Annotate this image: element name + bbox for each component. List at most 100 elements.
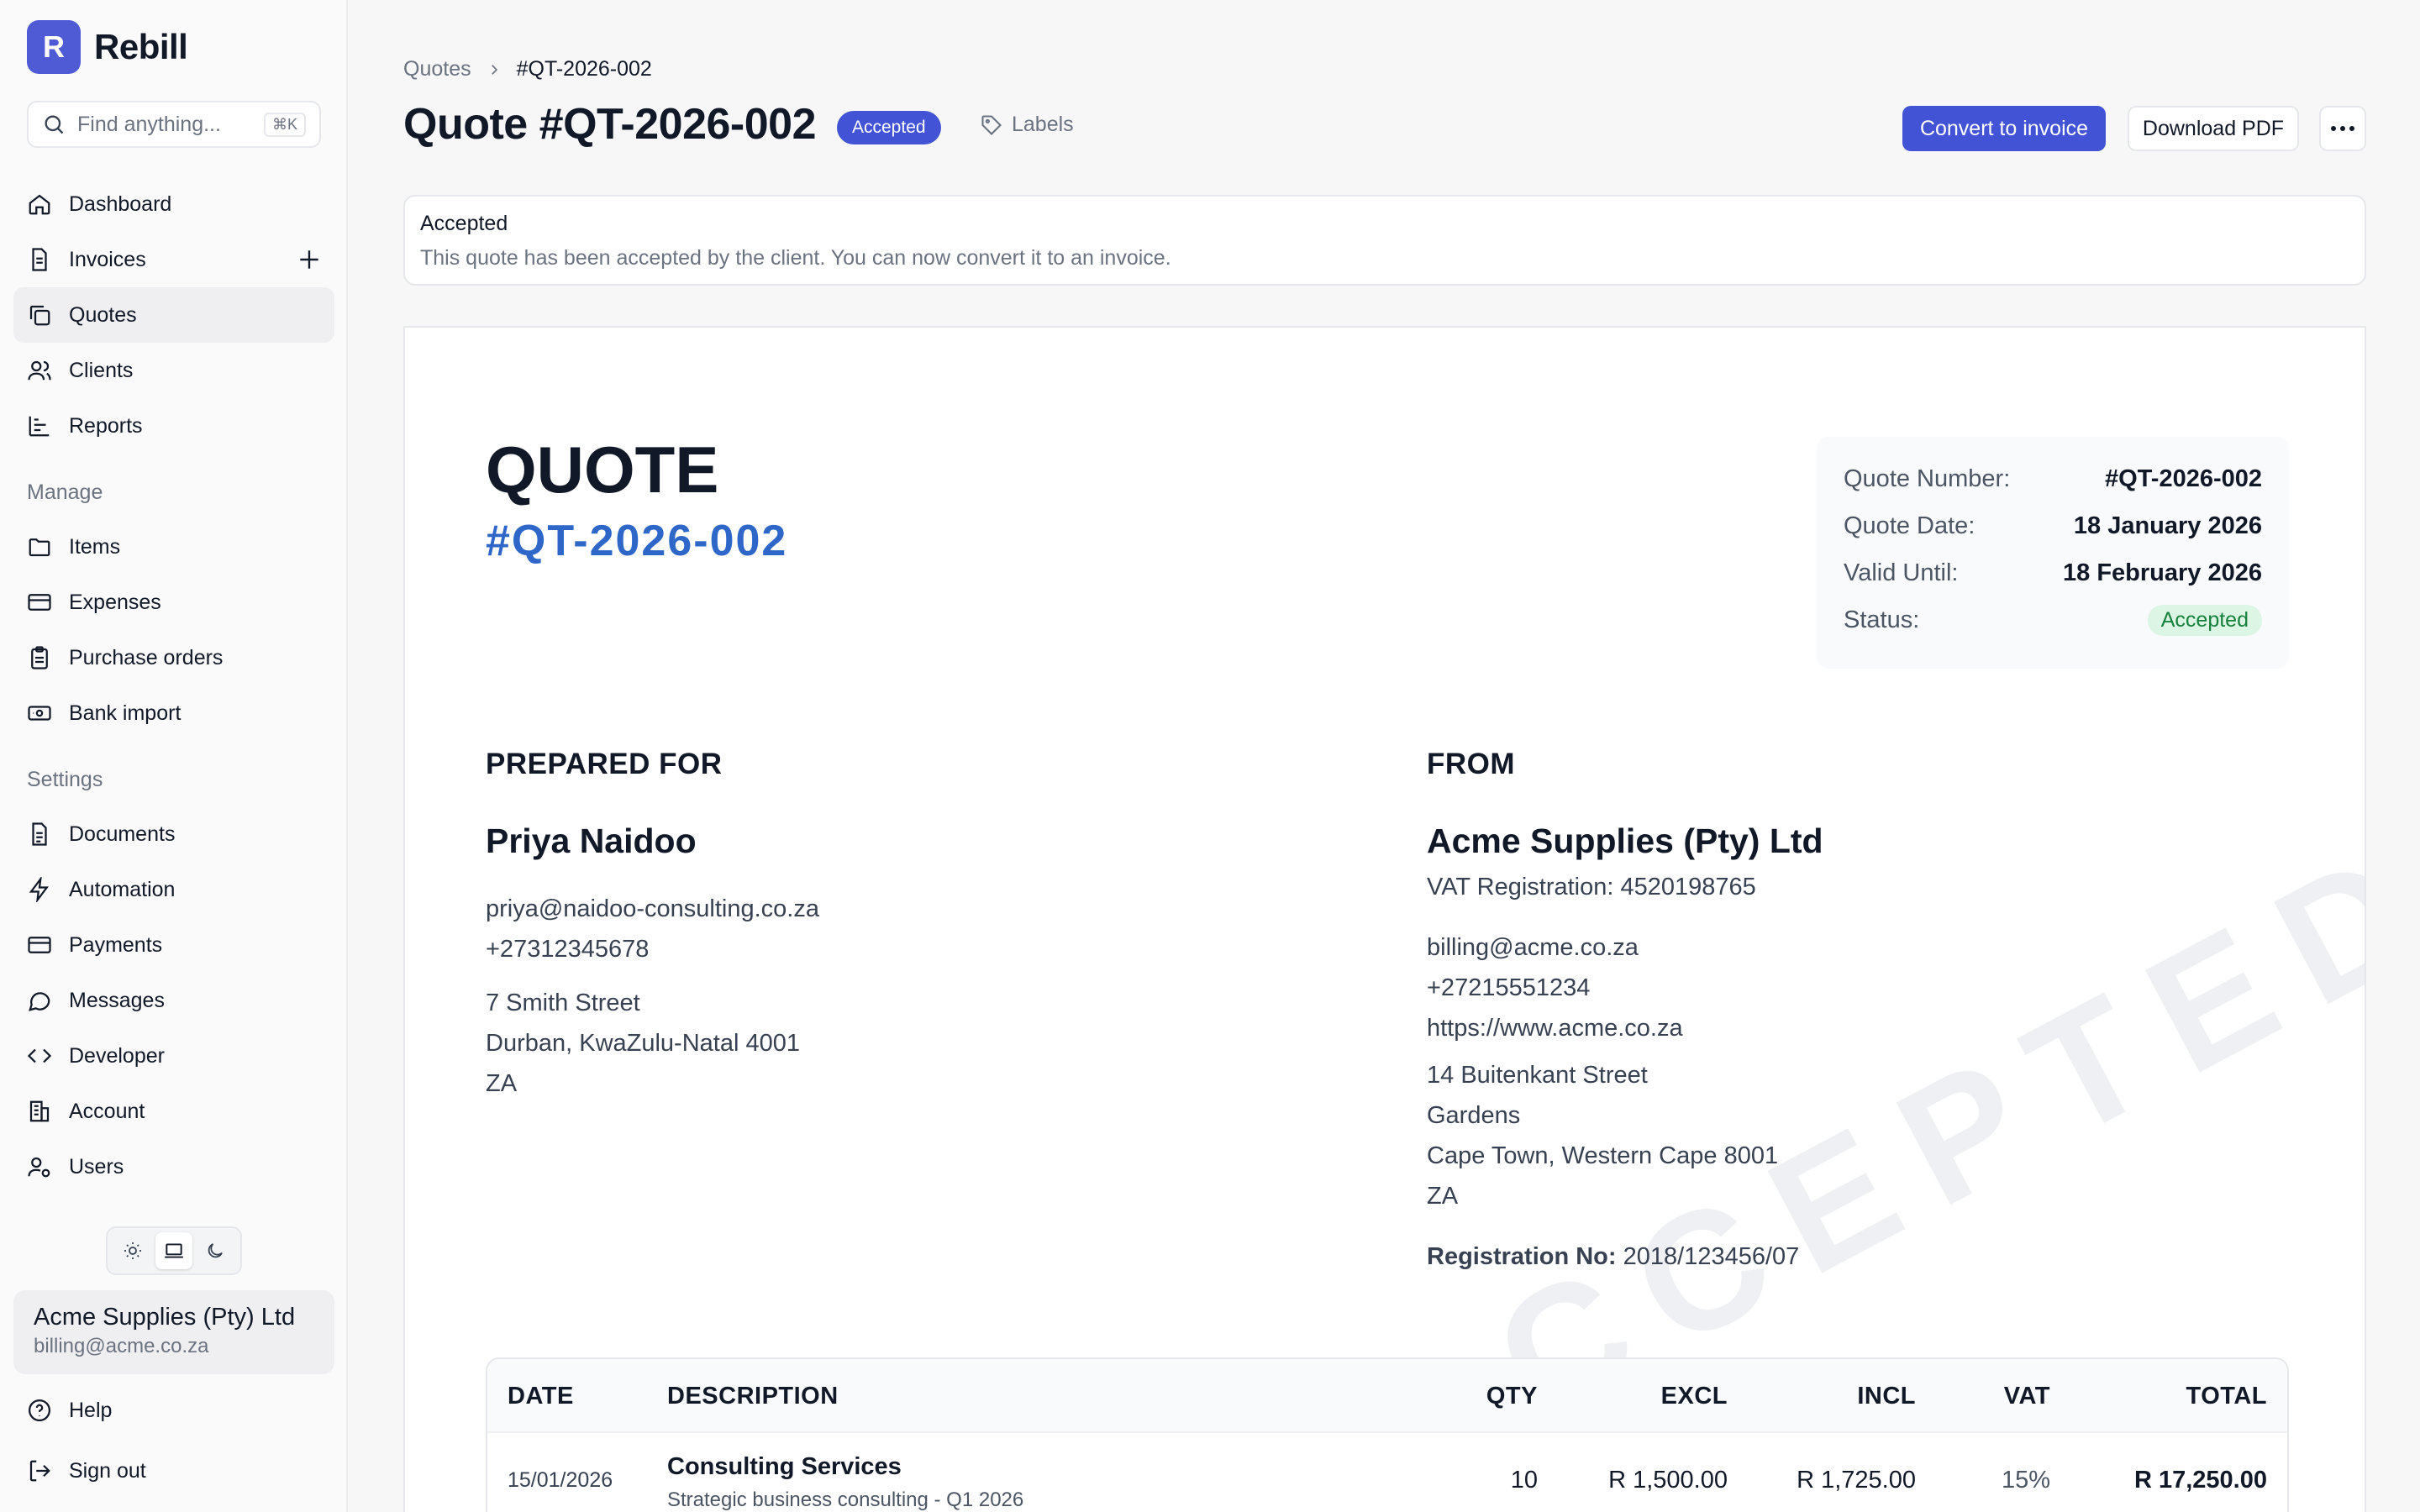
banknote-icon (28, 706, 51, 721)
theme-dark-button[interactable] (197, 1232, 234, 1269)
theme-toggle (106, 1226, 242, 1275)
sidebar-item-reports[interactable]: Reports (13, 398, 334, 454)
clipboard-icon (31, 646, 48, 669)
client-email: priya@naidoo-consulting.co.za (486, 895, 819, 922)
download-pdf-button[interactable]: Download PDF (2128, 106, 2299, 151)
meta-label: Status: (1844, 606, 1920, 633)
sidebar-item-expenses[interactable]: Expenses (13, 575, 334, 630)
status-badge: Accepted (837, 111, 941, 144)
registration-value: 2018/123456/07 (1623, 1243, 1800, 1270)
sidebar-item-items[interactable]: Items (13, 519, 334, 575)
sidebar-item-messages[interactable]: Messages (13, 973, 334, 1028)
sidebar-item-label: Invoices (69, 247, 146, 271)
users-icon (28, 360, 51, 381)
chevron-right-icon (491, 64, 497, 75)
brand[interactable]: R Rebill (27, 20, 188, 74)
help-icon (29, 1399, 50, 1421)
theme-system-button[interactable] (155, 1232, 192, 1269)
status-pill: Accepted (2147, 604, 2262, 636)
tag-icon (981, 114, 1002, 135)
sidebar-item-dashboard[interactable]: Dashboard (13, 176, 334, 232)
meta-label: Valid Until: (1844, 559, 1959, 586)
company-address-line: 14 Buitenkant Street (1427, 1062, 1648, 1089)
cell-incl: R 1,725.00 (1797, 1467, 1916, 1494)
account-switcher[interactable]: Acme Supplies (Pty) Ltd billing@acme.co.… (13, 1290, 334, 1374)
more-options-button[interactable] (2319, 106, 2366, 151)
dot (2331, 126, 2336, 131)
company-registration: Registration No: 2018/123456/07 (1427, 1243, 1799, 1271)
laptop-icon (165, 1243, 183, 1258)
sign-out-link[interactable]: Sign out (13, 1443, 334, 1499)
theme-light-button[interactable] (114, 1232, 151, 1269)
document-icon (32, 248, 47, 271)
cell-detail: Strategic business consulting - Q1 2026 (667, 1488, 1024, 1511)
sidebar-item-quotes[interactable]: Quotes (13, 287, 334, 343)
meta-row-number: Quote Number: #QT-2026-002 (1844, 455, 2262, 502)
quote-document: ACCEPTED QUOTE #QT-2026-002 Quote Number… (403, 326, 2366, 1512)
search-placeholder: Find anything... (77, 112, 221, 136)
sidebar-item-invoices[interactable]: Invoices (13, 232, 334, 287)
folder-icon (29, 538, 50, 557)
cell-qty: 10 (1510, 1467, 1538, 1494)
meta-value: #QT-2026-002 (2104, 465, 2262, 492)
sidebar-item-developer[interactable]: Developer (13, 1028, 334, 1084)
cell-vat: 15% (2001, 1467, 2050, 1494)
company-country: ZA (1427, 1183, 1459, 1210)
cell-excl: R 1,500.00 (1608, 1467, 1728, 1494)
lightning-icon (29, 877, 49, 902)
table-header: DATE DESCRIPTION QTY EXCL INCL VAT TOTAL (487, 1359, 2287, 1433)
sidebar-item-payments[interactable]: Payments (13, 917, 334, 973)
sidebar-item-account[interactable]: Account (13, 1084, 334, 1139)
sign-out-label: Sign out (69, 1458, 146, 1483)
sidebar-item-purchase-orders[interactable]: Purchase orders (13, 630, 334, 685)
client-country: ZA (486, 1070, 518, 1097)
client-address-line: 7 Smith Street (486, 990, 640, 1016)
page-title: Quote #QT-2026-002 (403, 100, 817, 149)
column-header: VAT (2003, 1383, 2050, 1410)
plus-icon[interactable] (296, 246, 323, 273)
sidebar-item-label: Bank import (69, 701, 182, 725)
sidebar-item-users[interactable]: Users (13, 1139, 334, 1194)
sidebar-item-label: Account (69, 1099, 145, 1123)
sidebar-item-documents[interactable]: Documents (13, 806, 334, 862)
meta-row-status: Status: Accepted (1844, 596, 2262, 643)
search-input[interactable]: Find anything... ⌘K (27, 101, 321, 148)
help-link[interactable]: Help (13, 1383, 334, 1438)
meta-row-date: Quote Date: 18 January 2026 (1844, 502, 2262, 549)
cell-total: R 17,250.00 (2133, 1467, 2267, 1494)
brand-logo: R (27, 20, 81, 74)
column-header: DESCRIPTION (667, 1383, 839, 1410)
file-text-icon (32, 822, 47, 846)
code-icon (27, 1048, 52, 1063)
help-label: Help (69, 1398, 113, 1422)
company-vat: VAT Registration: 4520198765 (1427, 874, 1756, 900)
sidebar-item-label: Automation (69, 877, 176, 901)
table-row[interactable]: 15/01/2026 Consulting Services Strategic… (487, 1433, 2287, 1512)
status-alert: Accepted This quote has been accepted by… (403, 195, 2366, 286)
client-phone: +27312345678 (486, 936, 650, 963)
section-label-manage: Manage (27, 480, 103, 504)
sidebar-item-label: Expenses (69, 590, 161, 614)
alert-title: Accepted (420, 212, 508, 235)
sidebar: R Rebill Find anything... ⌘K Dashboard I… (0, 0, 348, 1512)
meta-row-valid: Valid Until: 18 February 2026 (1844, 549, 2262, 596)
meta-label: Quote Date: (1844, 512, 1975, 539)
moon-icon (208, 1243, 223, 1258)
sidebar-item-clients[interactable]: Clients (13, 343, 334, 398)
convert-to-invoice-button[interactable]: Convert to invoice (1902, 106, 2106, 151)
line-items-table: DATE DESCRIPTION QTY EXCL INCL VAT TOTAL… (486, 1357, 2289, 1512)
copy-icon (29, 305, 50, 326)
card-icon (28, 937, 51, 953)
meta-label: Quote Number: (1844, 465, 2011, 492)
cell-description: Consulting Services (667, 1453, 902, 1480)
search-icon (45, 115, 64, 134)
sidebar-item-label: Messages (69, 988, 165, 1012)
document-heading: QUOTE (486, 433, 719, 507)
company-website: https://www.acme.co.za (1427, 1015, 1683, 1042)
sidebar-item-bank-import[interactable]: Bank import (13, 685, 334, 741)
breadcrumb-quotes-link[interactable]: Quotes (403, 57, 471, 81)
chart-icon (29, 416, 50, 437)
sidebar-item-automation[interactable]: Automation (13, 862, 334, 917)
labels-button[interactable]: Labels (980, 113, 1074, 137)
cell-date: 15/01/2026 (508, 1468, 613, 1492)
